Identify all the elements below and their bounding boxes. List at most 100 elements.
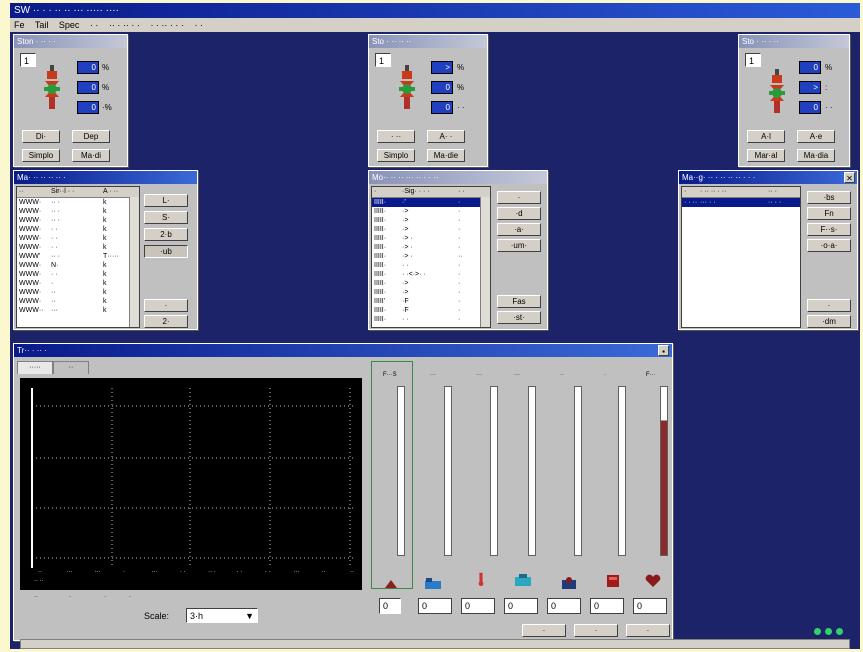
value-box[interactable]: > — [799, 81, 821, 94]
list-row[interactable]: WWW· ·· · k — [17, 198, 139, 207]
list-row[interactable]: WWW' ·· · T····· — [17, 252, 139, 261]
column-header[interactable]: · — [374, 187, 376, 197]
column-header[interactable]: · ·· ·· · ·· — [700, 187, 726, 197]
list-button[interactable]: ·a· — [497, 223, 541, 236]
meter-readout[interactable]: 0 — [461, 598, 495, 614]
list-row[interactable]: IIIII· ·F · — [372, 306, 490, 315]
tab-analyzer[interactable]: ····· — [17, 361, 53, 374]
list-button[interactable]: Fn — [807, 207, 851, 220]
list-button[interactable]: ·bs — [807, 191, 851, 204]
station-button[interactable]: Mar·al — [747, 149, 785, 162]
value-box[interactable]: 0 — [77, 61, 99, 74]
meter-readout[interactable]: 0 — [547, 598, 581, 614]
value-box[interactable]: 0 — [77, 101, 99, 114]
tab-second[interactable]: ·· — [53, 361, 89, 374]
meter-bar[interactable] — [397, 386, 405, 556]
list-row[interactable]: IIIII· ·> · — [372, 279, 490, 288]
list-row[interactable]: IIIII· ·> · — [372, 288, 490, 297]
menu-item[interactable]: · · — [194, 20, 203, 30]
meter-bar[interactable] — [528, 386, 536, 556]
column-header[interactable]: ·Sig· · · · — [402, 187, 430, 197]
list-row[interactable]: WWW· ·· · k — [17, 216, 139, 225]
station-button[interactable]: Ma·die — [427, 149, 465, 162]
list-row[interactable]: IIIII· ·> · · — [372, 243, 490, 252]
list-row[interactable]: IIIII· ·> · — [372, 207, 490, 216]
meter-bar[interactable] — [660, 386, 668, 556]
list-button[interactable]: L· — [144, 194, 188, 207]
list-button[interactable]: ·d — [497, 207, 541, 220]
station-number-field[interactable]: 1 — [20, 53, 36, 67]
close-icon[interactable]: ✕ — [844, 172, 855, 183]
value-box[interactable]: 0 — [77, 81, 99, 94]
station-number-field[interactable]: 1 — [375, 53, 391, 67]
list-row[interactable]: WWW· · · k — [17, 243, 139, 252]
station-button[interactable]: A·l — [747, 130, 785, 143]
list-row[interactable]: IIIII· ·> · · — [372, 234, 490, 243]
horizontal-scrollbar[interactable] — [20, 639, 850, 649]
column-header[interactable]: ·· — [19, 187, 24, 197]
station-button[interactable]: A·e — [797, 130, 835, 143]
meter-bar[interactable] — [444, 386, 452, 556]
list-row[interactable]: WWW· ·· · k — [17, 207, 139, 216]
station-button[interactable]: Dep — [72, 130, 110, 143]
menu-item[interactable]: · · ·· · · · — [150, 20, 183, 30]
station-button[interactable]: Simplo — [377, 149, 415, 162]
list-row[interactable]: IIIII' ·F · — [372, 297, 490, 306]
list-row[interactable]: IIIII· · · · — [372, 261, 490, 270]
meter-bar[interactable] — [618, 386, 626, 556]
list-button[interactable]: Fas — [497, 295, 541, 308]
station-number-field[interactable]: 1 — [745, 53, 761, 67]
list-button[interactable]: ·st· — [497, 311, 541, 324]
meter-bar[interactable] — [574, 386, 582, 556]
list-button[interactable]: ·o·a· — [807, 239, 851, 252]
value-box[interactable]: 0 — [799, 61, 821, 74]
list-row[interactable]: IIIII· · · · — [372, 315, 490, 324]
list-row[interactable]: IIIII· ·> · — [372, 216, 490, 225]
spin-field[interactable]: 0 — [379, 598, 401, 614]
column-header[interactable]: · · — [458, 187, 465, 197]
meter-bar[interactable] — [490, 386, 498, 556]
station-button[interactable]: Di· — [22, 130, 60, 143]
trend-button[interactable]: · — [522, 624, 566, 637]
menu-file[interactable]: Fe — [14, 20, 25, 30]
list-row[interactable]: · · ·· ··· · · ·· · · — [682, 198, 800, 207]
list-button[interactable]: S· — [144, 211, 188, 224]
list-button[interactable]: F··s· — [807, 223, 851, 236]
list-row[interactable]: WWW· ·· k — [17, 297, 139, 306]
column-header[interactable]: · — [684, 187, 686, 197]
scale-select[interactable]: 3·h ▼ — [186, 608, 258, 623]
value-box[interactable]: 0 — [799, 101, 821, 114]
list-button[interactable]: ·dm — [807, 315, 851, 328]
value-box[interactable]: 0 — [431, 81, 453, 94]
meter-readout[interactable]: 0 — [590, 598, 624, 614]
station-button[interactable]: Ma·di — [72, 149, 110, 162]
meter-readout[interactable]: 0 — [504, 598, 538, 614]
list-row[interactable]: IIIII· ·' · — [372, 198, 490, 207]
list-row[interactable]: WWW· · · k — [17, 234, 139, 243]
list-row[interactable]: IIIII· ·> · ·· — [372, 252, 490, 261]
list-row[interactable]: IIIII· ·> · — [372, 225, 490, 234]
list-row[interactable]: WWW· ·· k — [17, 288, 139, 297]
list-row[interactable]: WWW· · k — [17, 279, 139, 288]
station-button[interactable]: · ·· — [377, 130, 415, 143]
column-header[interactable]: A · ·· — [103, 187, 118, 197]
station-button[interactable]: Simplo — [22, 149, 60, 162]
list-row[interactable]: IIIII· · ·<·>· · · — [372, 270, 490, 279]
trend-button[interactable]: · — [574, 624, 618, 637]
list-row[interactable]: WWW·· ··· k — [17, 306, 139, 315]
trend-button[interactable]: · — [626, 624, 670, 637]
meter-readout[interactable]: 0 — [633, 598, 667, 614]
list-scrollbar[interactable] — [129, 197, 139, 327]
value-box[interactable]: > — [431, 61, 453, 74]
column-header[interactable]: Sir··l · · — [51, 187, 74, 197]
list-button[interactable]: 2·b — [144, 228, 188, 241]
station-button[interactable]: A· · — [427, 130, 465, 143]
list-button[interactable]: ·ub — [144, 245, 188, 258]
list-button[interactable]: 2· — [144, 315, 188, 328]
menu-item[interactable]: · · — [90, 20, 99, 30]
list-button[interactable]: ·um· — [497, 239, 541, 252]
list-button[interactable]: · — [807, 299, 851, 312]
list-row[interactable]: WWW· N· k — [17, 261, 139, 270]
station-button[interactable]: Ma·dia — [797, 149, 835, 162]
close-icon[interactable]: ▪ — [658, 345, 669, 356]
